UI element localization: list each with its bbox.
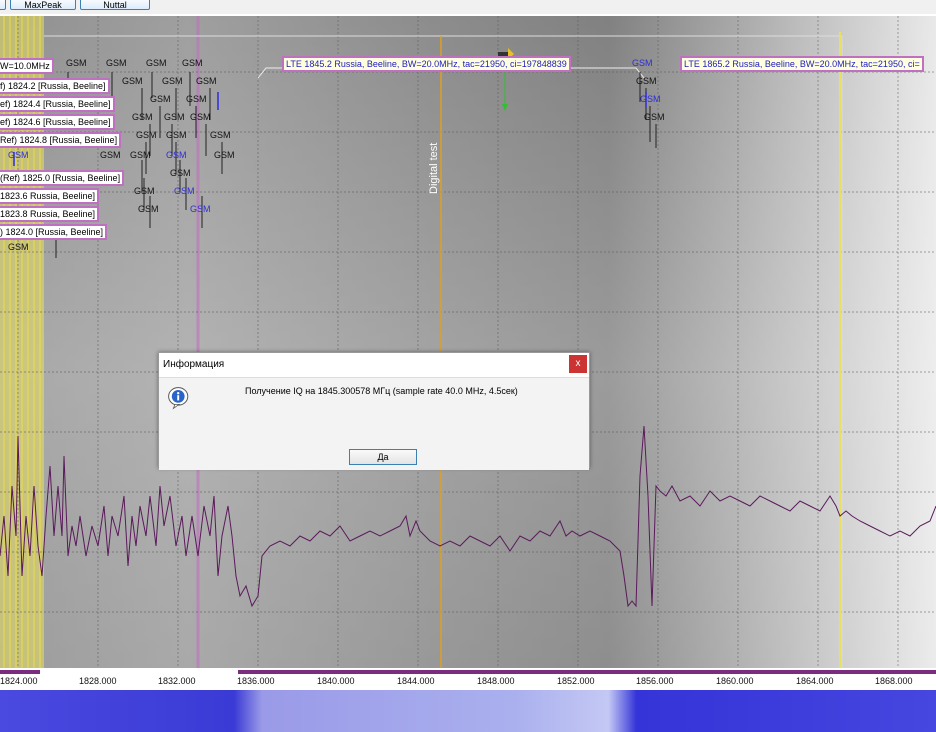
gsm-marker: GSM (138, 204, 159, 214)
gsm-marker: GSM (8, 150, 29, 160)
gsm-marker: GSM (210, 130, 231, 140)
gsm-marker: GSM (122, 76, 143, 86)
ref-label[interactable]: ) 1824.0 [Russia, Beeline] (0, 224, 108, 240)
freq-tick: 1864.000 (796, 676, 834, 686)
ref-label[interactable]: 1823.6 Russia, Beeline] (0, 188, 100, 204)
freq-tick: 1860.000 (716, 676, 754, 686)
info-dialog: Информация x Получение IQ на 1845.300578… (158, 352, 590, 470)
gsm-marker: GSM (644, 112, 665, 122)
freq-tick: 1828.000 (79, 676, 117, 686)
gsm-marker: GSM (636, 76, 657, 86)
gsm-marker: GSM (134, 186, 155, 196)
digital-test-label: Digital test (428, 142, 440, 194)
gsm-marker: GSM (150, 94, 171, 104)
toolbar-button-partial[interactable] (0, 0, 6, 10)
ok-button[interactable]: Да (349, 449, 417, 465)
gsm-marker: GSM (146, 58, 167, 68)
toolbar: MaxPeak Nuttal (0, 0, 936, 14)
ref-label[interactable]: ef) 1824.4 [Russia, Beeline] (0, 96, 115, 112)
gsm-marker: GSM (182, 58, 203, 68)
freq-tick: 1824.000 (0, 676, 38, 686)
gsm-marker: GSM (162, 76, 183, 86)
dialog-titlebar[interactable]: Информация x (159, 353, 589, 377)
gsm-marker: GSM (136, 130, 157, 140)
gsm-marker: GSM (174, 186, 195, 196)
gsm-marker: GSM (166, 150, 187, 160)
maxpeak-button[interactable]: MaxPeak (10, 0, 76, 10)
gsm-marker: GSM (190, 112, 211, 122)
gsm-marker: GSM (190, 204, 211, 214)
freq-tick: 1856.000 (636, 676, 674, 686)
ref-label[interactable]: (Ref) 1825.0 [Russia, Beeline] (0, 170, 125, 186)
band-bar (238, 670, 936, 674)
freq-tick: 1836.000 (237, 676, 275, 686)
gsm-marker: GSM (100, 150, 121, 160)
dialog-body: Получение IQ на 1845.300578 МГц (sample … (159, 377, 589, 470)
ref-label[interactable]: 1823.8 Russia, Beeline] (0, 206, 100, 222)
gsm-marker: GSM (164, 112, 185, 122)
dialog-title: Информация (163, 359, 225, 370)
gsm-marker: GSM (632, 58, 653, 68)
info-icon (168, 387, 189, 410)
gsm-marker: GSM (132, 112, 153, 122)
freq-tick: 1852.000 (557, 676, 595, 686)
gsm-marker: GSM (66, 58, 87, 68)
dialog-message: Получение IQ на 1845.300578 МГц (sample … (245, 386, 518, 396)
ref-label[interactable]: ef) 1824.6 [Russia, Beeline] (0, 114, 115, 130)
gsm-marker: GSM (186, 94, 207, 104)
ref-label[interactable]: f) 1824.2 [Russia, Beeline] (0, 78, 110, 94)
spectrum-plot[interactable]: W=10.0MHz f) 1824.2 [Russia, Beeline] ef… (0, 16, 936, 670)
gsm-marker: GSM (130, 150, 151, 160)
ref-label[interactable]: W=10.0MHz (0, 58, 54, 74)
gsm-marker: GSM (8, 242, 29, 252)
gsm-marker: GSM (170, 168, 191, 178)
nuttal-button[interactable]: Nuttal (80, 0, 150, 10)
freq-tick: 1844.000 (397, 676, 435, 686)
close-button[interactable]: x (569, 355, 587, 373)
gsm-marker: GSM (214, 150, 235, 160)
freq-tick: 1840.000 (317, 676, 355, 686)
freq-tick: 1832.000 (158, 676, 196, 686)
gsm-marker: GSM (196, 76, 217, 86)
freq-tick: 1848.000 (477, 676, 515, 686)
freq-tick: 1868.000 (875, 676, 913, 686)
gsm-marker: GSM (166, 130, 187, 140)
band-bar (0, 670, 40, 674)
waterfall[interactable] (0, 690, 936, 732)
lte-label[interactable]: LTE 1865.2 Russia, Beeline, BW=20.0MHz, … (680, 56, 924, 72)
gsm-marker: GSM (106, 58, 127, 68)
gsm-marker: GSM (640, 94, 661, 104)
ref-label[interactable]: Ref) 1824.8 [Russia, Beeline] (0, 132, 122, 148)
lte-label[interactable]: LTE 1845.2 Russia, Beeline, BW=20.0MHz, … (282, 56, 571, 72)
